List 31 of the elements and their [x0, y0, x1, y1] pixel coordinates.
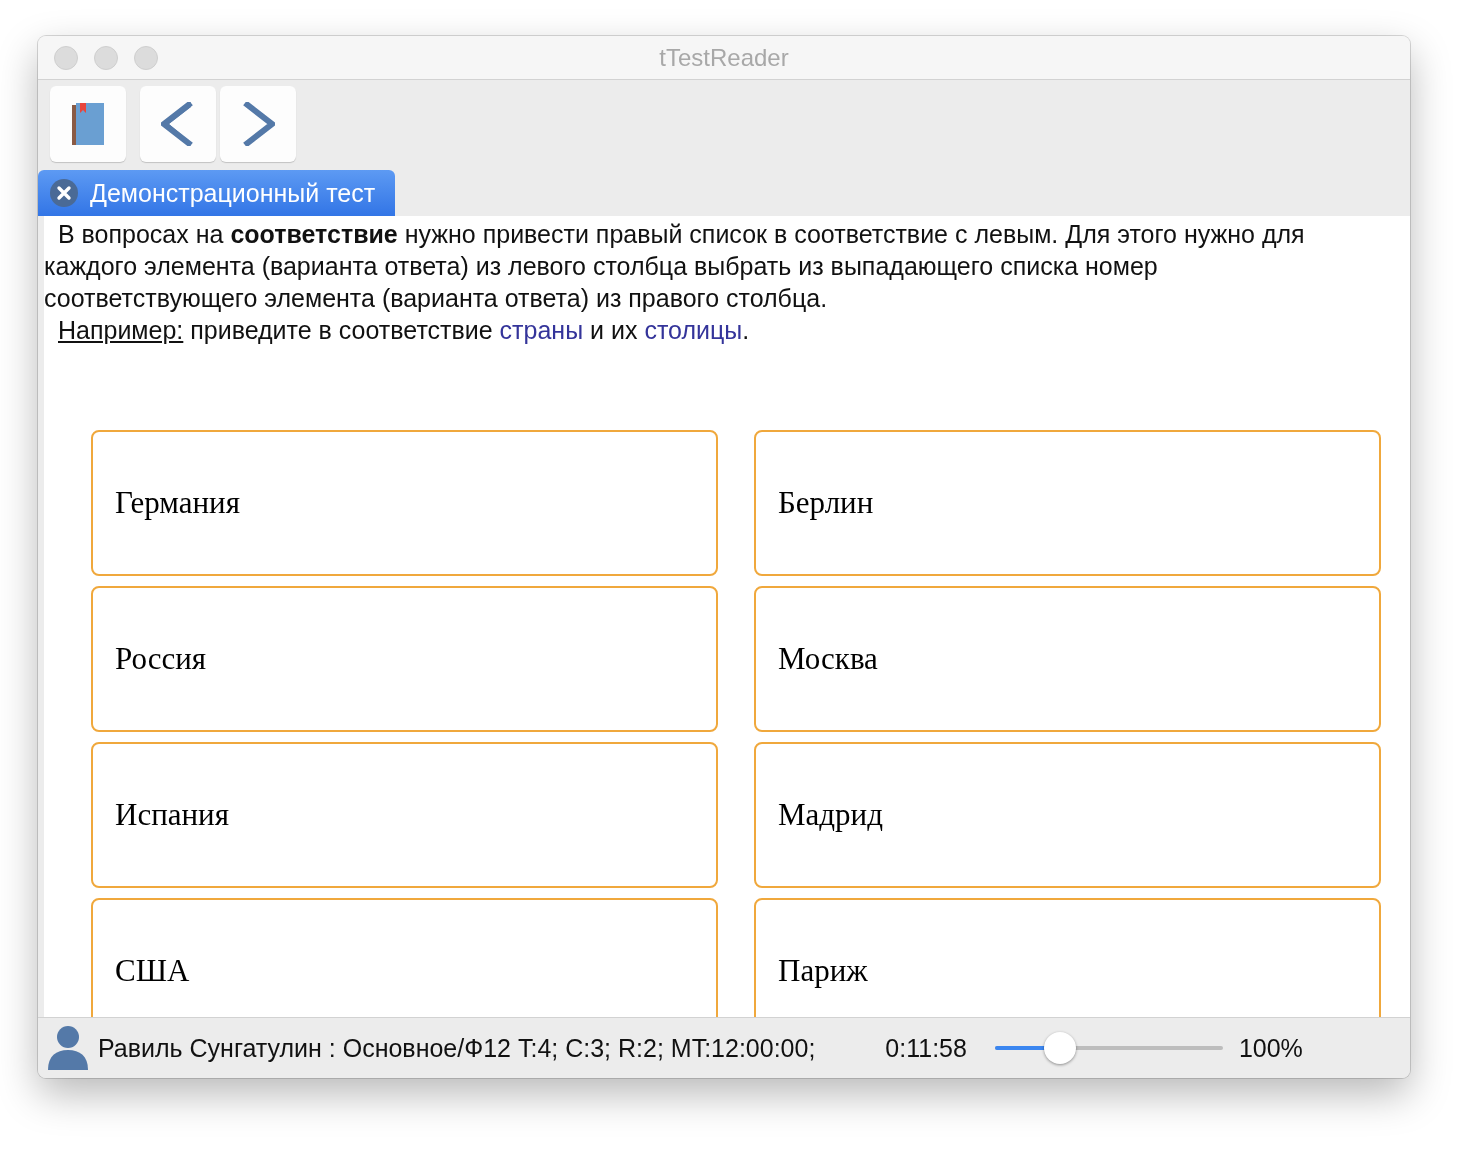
- capital-card[interactable]: Берлин: [754, 430, 1381, 576]
- capital-card[interactable]: Москва: [754, 586, 1381, 732]
- chevron-left-icon: [161, 102, 195, 146]
- instruction-text: В вопросах на соответствие нужно привести правый список в соответствие с левым. Для этого нужно для каждого элемента (варианта ответа) из левого столбца выбрать из выпадающего списка номер соответствующего элемента (варианта ответа) из правого столбца.: [44, 219, 1306, 314]
- country-card[interactable]: Россия: [91, 586, 718, 732]
- example-text: Например: приведите в соответствие страны и их столицы.: [57, 315, 751, 346]
- capital-name: Мадрид: [778, 797, 883, 833]
- timer: 0:11:58: [885, 1033, 967, 1063]
- close-icon[interactable]: [50, 179, 78, 207]
- test-tab[interactable]: Демонстрационный тест: [38, 170, 396, 216]
- capital-name: Берлин: [778, 485, 874, 521]
- capital-name: Москва: [778, 641, 878, 677]
- user-info: Равиль Сунгатулин : Основное/Ф12 T:4; C:3; R:2; MT:12:00:00;: [98, 1033, 816, 1063]
- back-button[interactable]: [140, 86, 216, 162]
- country-name: Россия: [115, 641, 207, 677]
- chevron-right-icon: [241, 102, 275, 146]
- country-name: США: [115, 953, 190, 989]
- zoom-slider[interactable]: [994, 1032, 1223, 1064]
- slider-thumb[interactable]: [1043, 1032, 1076, 1064]
- user-icon: [48, 1026, 88, 1070]
- capital-name: Париж: [778, 953, 868, 989]
- forward-button[interactable]: [220, 86, 296, 162]
- window-title: tTestReader: [659, 43, 789, 72]
- country-card[interactable]: Испания: [91, 742, 718, 888]
- capital-card[interactable]: Мадрид: [754, 742, 1381, 888]
- country-name: Испания: [115, 797, 229, 833]
- zoom-reading: 100%: [1238, 1033, 1303, 1063]
- book-icon: [72, 103, 104, 145]
- country-card[interactable]: Германия: [91, 430, 718, 576]
- book-button[interactable]: [50, 86, 126, 162]
- country-name: Германия: [115, 485, 240, 521]
